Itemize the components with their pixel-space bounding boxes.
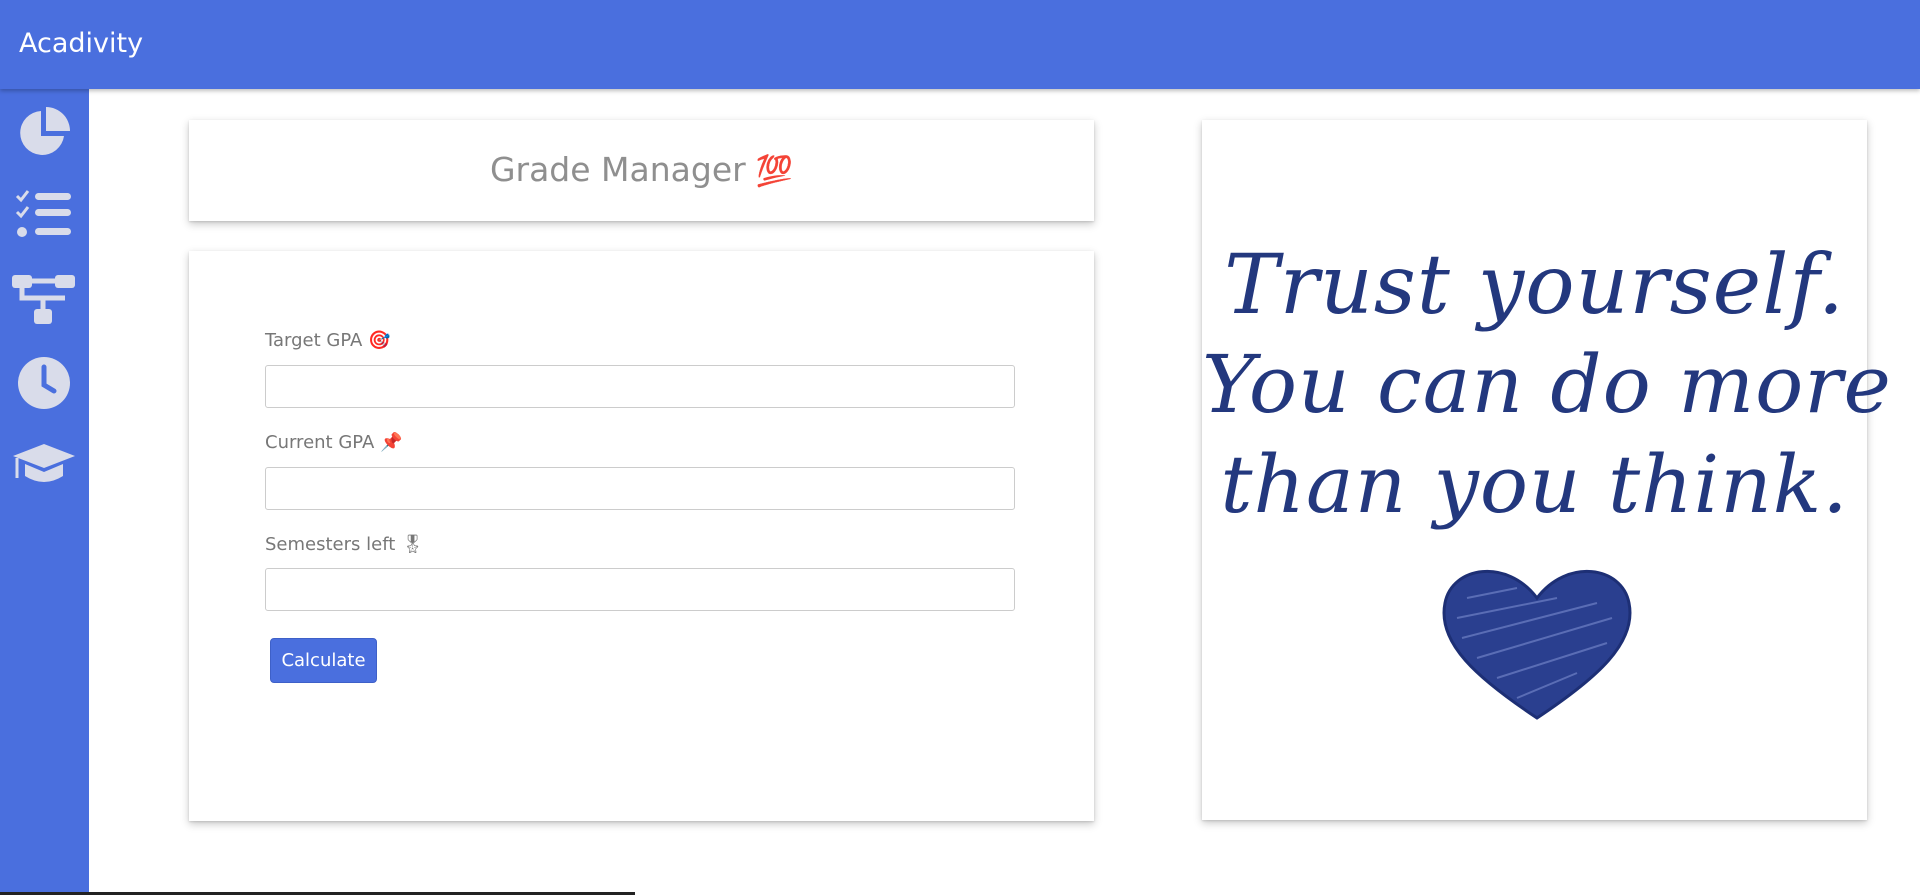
sidebar (0, 89, 89, 895)
gpa-form-card: Target GPA 🎯 Current GPA 📌 Semesters left 🎖… (189, 251, 1094, 821)
current-gpa-label: Current GPA 📌 (265, 432, 403, 453)
medal-icon: 🎖 (401, 534, 425, 555)
graduation-cap-icon (13, 444, 75, 482)
sitemap-icon (12, 275, 75, 324)
semesters-left-label: Semesters left 🎖 (265, 534, 424, 555)
checklist-icon (15, 190, 71, 237)
current-gpa-input[interactable] (265, 467, 1015, 510)
semesters-left-input[interactable] (265, 568, 1015, 611)
pushpin-icon: 📌 (380, 432, 403, 453)
quote-line-1: Trust yourself. (1224, 238, 1845, 333)
page-title-text: Grade Manager (489, 150, 746, 189)
hundred-points-icon: 💯 (755, 154, 794, 189)
page-title: Grade Manager 💯 (189, 150, 1094, 189)
target-gpa-label: Target GPA 🎯 (265, 330, 391, 351)
target-gpa-label-text: Target GPA (265, 330, 363, 351)
sidebar-item-structure[interactable] (10, 265, 78, 333)
current-gpa-label-text: Current GPA (265, 432, 375, 453)
motivational-quote-card: Trust yourself. You can do more than you… (1202, 120, 1892, 820)
target-gpa-input[interactable] (265, 365, 1015, 408)
pie-chart-icon (20, 107, 70, 155)
title-card: Grade Manager 💯 (189, 120, 1094, 221)
sidebar-item-dashboard[interactable] (10, 99, 78, 167)
sidebar-item-schedule[interactable] (10, 349, 78, 417)
calculate-button[interactable]: Calculate (270, 638, 377, 683)
semesters-left-label-text: Semesters left (265, 534, 396, 555)
quote-line-3: than you think. (1220, 438, 1849, 531)
top-navbar: Acadivity (0, 0, 1920, 89)
heart-scribble-icon (1442, 570, 1632, 720)
sidebar-item-tasks[interactable] (10, 181, 78, 249)
clock-icon (18, 357, 70, 409)
sidebar-item-grades[interactable] (10, 431, 78, 499)
quote-line-2: You can do more (1202, 338, 1892, 431)
target-icon: 🎯 (368, 330, 391, 351)
app-brand[interactable]: Acadivity (19, 28, 143, 59)
